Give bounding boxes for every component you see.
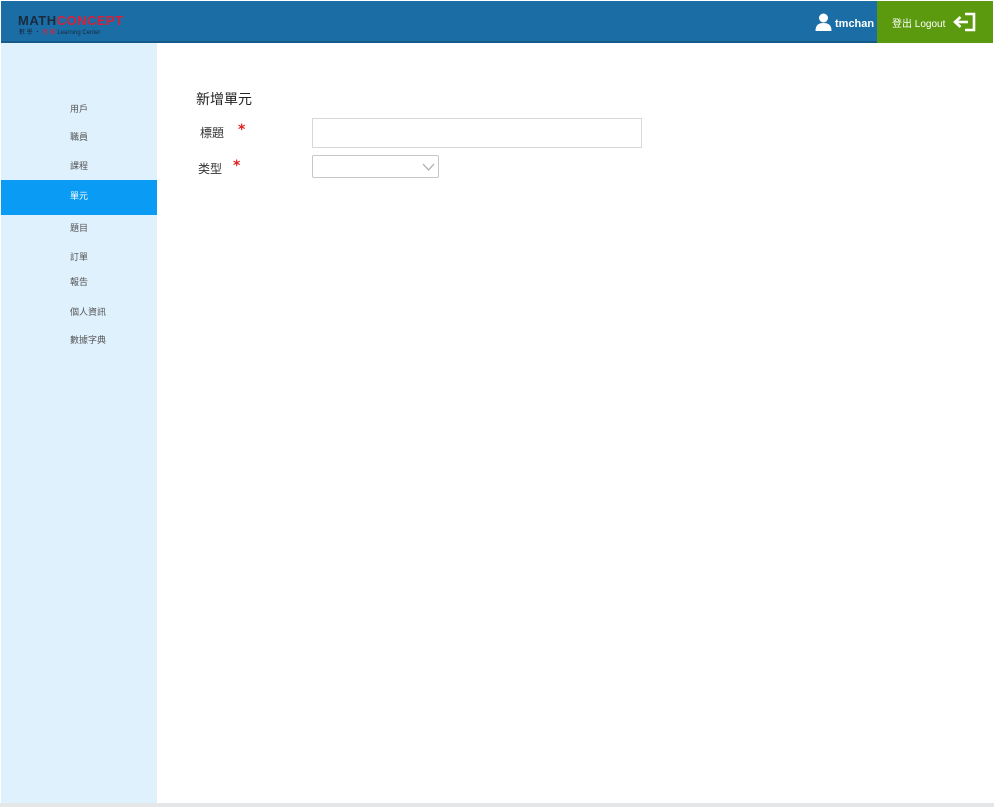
required-marker: * (238, 122, 246, 138)
logout-button[interactable]: 登出 Logout (877, 1, 993, 43)
sidebar-item-staff[interactable]: 職員 (1, 129, 157, 147)
logo-wordmark: MATHCONCEPT (18, 13, 124, 28)
sidebar-item-courses[interactable]: 課程 (1, 158, 157, 176)
sidebar-item-label: 單元 (70, 192, 89, 202)
main-content (158, 45, 992, 803)
type-field-label: 类型 (198, 162, 223, 176)
type-select[interactable] (312, 155, 439, 178)
title-field-label: 標題 (200, 126, 225, 140)
sidebar-item-label: 課程 (70, 162, 89, 172)
sidebar-item-reports[interactable]: 報告 (1, 274, 157, 292)
sidebar: 用戶 職員 課程 單元 題目 訂單 報告 個人資訊 數據字典 (1, 43, 157, 803)
logo-tagline-part3: Learning Center (55, 30, 101, 36)
logo-tagline: 數 學 ‧ 思 維 Learning Center (19, 27, 100, 36)
user-icon (815, 13, 832, 31)
sidebar-item-data-dictionary[interactable]: 數據字典 (1, 332, 157, 350)
logo-wordmark-part2: CONCEPT (56, 13, 124, 28)
sidebar-item-label: 職員 (70, 133, 89, 143)
sidebar-item-label: 題目 (70, 224, 89, 234)
title-input[interactable] (312, 118, 642, 148)
sidebar-item-questions[interactable]: 題目 (1, 220, 157, 238)
brand-logo[interactable]: MATHCONCEPT 數 學 ‧ 思 維 Learning Center (18, 13, 128, 37)
sidebar-item-profile[interactable]: 個人資訊 (1, 304, 157, 322)
sidebar-item-label: 數據字典 (70, 336, 107, 346)
logo-tagline-part2: 思 維 (42, 30, 56, 36)
sidebar-item-label: 訂單 (70, 253, 89, 263)
logo-tagline-part1: 數 學 ‧ (19, 30, 43, 36)
required-marker: * (233, 158, 241, 174)
sidebar-item-orders[interactable]: 訂單 (1, 249, 157, 267)
sidebar-item-users[interactable]: 用戶 (1, 101, 157, 119)
sidebar-item-label: 用戶 (70, 105, 89, 115)
logout-icon (953, 12, 976, 32)
logout-label: 登出 Logout (892, 18, 946, 30)
logo-wordmark-part1: MATH (18, 13, 57, 28)
chevron-down-icon (422, 163, 435, 171)
username-label: tmchan (835, 17, 875, 30)
sidebar-item-units[interactable]: 單元 (1, 180, 157, 215)
sidebar-item-label: 報告 (70, 278, 89, 288)
sidebar-item-label: 個人資訊 (70, 308, 107, 318)
page-title: 新增單元 (196, 92, 252, 108)
user-menu[interactable]: tmchan (815, 12, 874, 32)
window-bottom-edge (0, 803, 994, 807)
